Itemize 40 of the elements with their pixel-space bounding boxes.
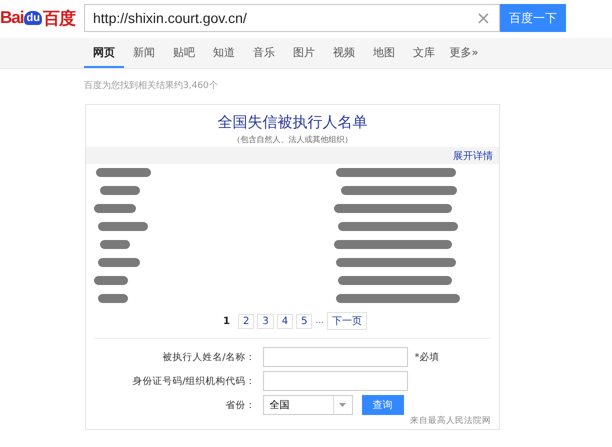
- nav-tab[interactable]: 音乐: [244, 38, 284, 68]
- nav-tab[interactable]: 更多»: [444, 38, 484, 68]
- page-link[interactable]: 2: [238, 314, 254, 328]
- id-label: 身份证号码/组织机构代码：: [131, 374, 256, 388]
- ellipsis: ...: [315, 316, 324, 326]
- redaction-mark: [98, 222, 148, 231]
- caret-icon: [339, 403, 346, 407]
- redaction-mark: [98, 294, 128, 303]
- redaction-mark: [94, 276, 128, 285]
- nav-tab[interactable]: 贴吧: [164, 38, 204, 68]
- card-title[interactable]: 全国失信被执行人名单: [218, 113, 368, 132]
- province-label: 省份：: [224, 398, 256, 412]
- nav-tab[interactable]: 地图: [364, 38, 404, 68]
- search-field[interactable]: http://shixin.court.gov.cn/ ×: [84, 4, 500, 32]
- source-note: 来自最高人民法院网: [410, 415, 491, 427]
- nav-tab[interactable]: 视频: [324, 38, 364, 68]
- nav-tab[interactable]: 知道: [204, 38, 244, 68]
- nav-tab[interactable]: 网页: [84, 38, 124, 68]
- page-link[interactable]: 1: [218, 314, 235, 328]
- nav-tab[interactable]: 文库: [404, 38, 444, 68]
- redaction-mark: [96, 168, 151, 177]
- name-label: 被执行人姓名/名称：: [161, 350, 256, 364]
- page-link[interactable]: 5: [296, 314, 312, 328]
- redaction-mark: [98, 258, 140, 267]
- name-input[interactable]: [262, 347, 408, 367]
- nav-tab[interactable]: 新闻: [124, 38, 164, 68]
- expand-link[interactable]: 展开详情: [453, 148, 499, 162]
- card-subtitle: （包含自然人、法人或其他组织）: [232, 134, 352, 145]
- id-input[interactable]: [262, 371, 408, 391]
- result-count: 百度为您找到相关结果约3,460个: [84, 80, 219, 92]
- baidu-logo[interactable]: Bai du 百度: [0, 6, 80, 30]
- next-page-link[interactable]: 下一页: [327, 312, 368, 330]
- page-link[interactable]: 3: [257, 314, 274, 328]
- redaction-mark: [94, 204, 136, 213]
- page-link[interactable]: 4: [276, 314, 294, 328]
- redaction-mark: [100, 240, 130, 249]
- province-select[interactable]: 全国: [262, 395, 353, 415]
- required-note: *必填: [414, 350, 440, 364]
- nav-tab[interactable]: 图片: [284, 38, 324, 68]
- redaction-mark: [100, 186, 140, 195]
